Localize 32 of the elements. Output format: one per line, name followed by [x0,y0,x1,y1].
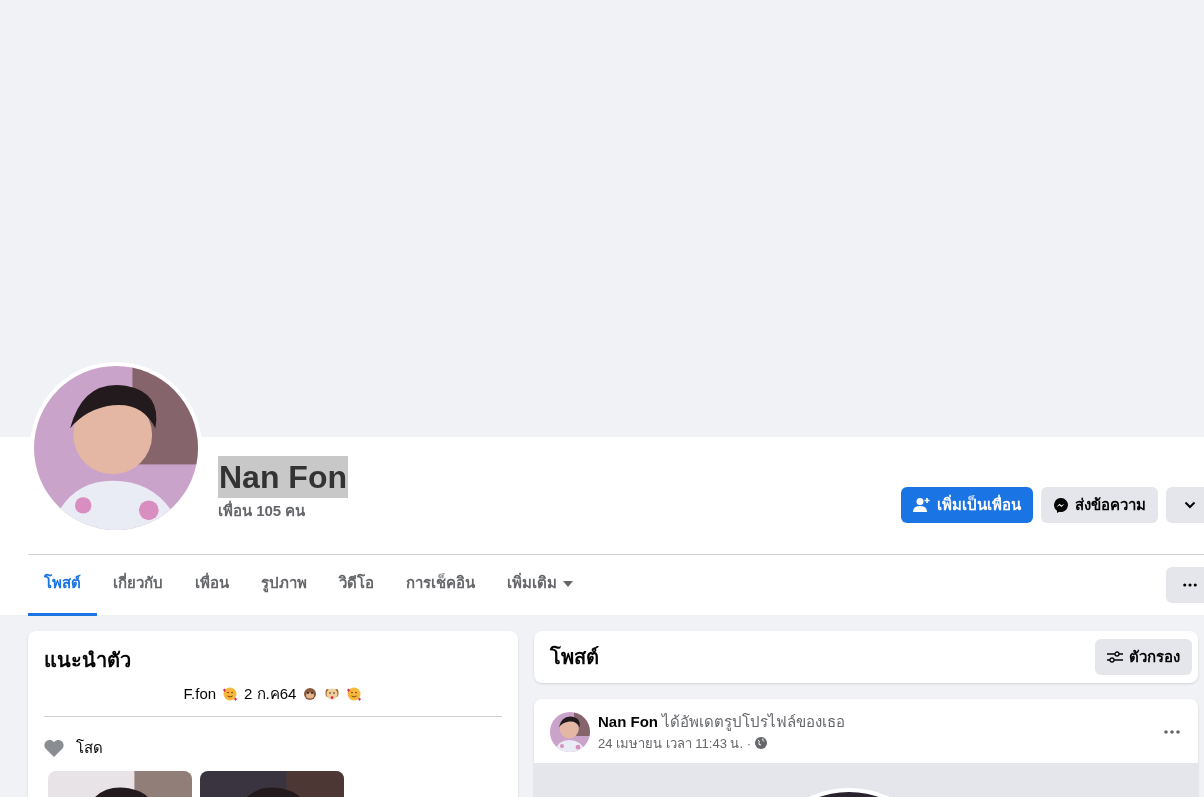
profile-tab[interactable]: การเช็คอิน [390,554,491,616]
message-button[interactable]: ส่งข้อความ [1041,487,1158,523]
profile-tab[interactable]: เพิ่มเติม [491,554,589,616]
add-person-icon [913,497,931,513]
ellipsis-icon [1183,583,1197,587]
profile-name: Nan Fon [218,456,348,498]
monkey-face-icon [302,686,319,703]
profile-tab[interactable]: รูปภาพ [245,554,323,616]
friend-count[interactable]: เพื่อน 105 คน [218,500,306,523]
add-friend-button[interactable]: เพิ่มเป็นเพื่อน [901,487,1033,523]
posts-title: โพสต์ [550,644,599,670]
post-time[interactable]: 24 เมษายน เวลา 11:43 น. · [598,733,752,753]
profile-tab[interactable]: วิดีโอ [323,554,390,616]
heart-icon [44,738,64,757]
intro-title: แนะนำตัว [44,648,132,673]
sliders-icon [1107,651,1123,663]
bio-text: F.fon [183,684,217,704]
globe-icon [755,737,768,750]
profile-tab[interactable]: โพสต์ [28,554,97,616]
post-action: ได้อัพเดตรูปโปรไฟล์ของเธอ [662,712,845,733]
messenger-icon [1053,497,1069,513]
hearts-face-icon [222,686,239,703]
ellipsis-icon[interactable] [1164,730,1180,734]
hearts-face-icon [346,686,363,703]
chevron-down-icon [1184,501,1196,509]
post-author[interactable]: Nan Fon [598,711,658,734]
profile-tab[interactable]: เพื่อน [179,554,245,616]
author-avatar[interactable] [550,712,590,752]
profile-tab[interactable]: เกี่ยวกับ [97,554,179,616]
filter-button[interactable]: ตัวกรอง [1095,639,1192,675]
bio-text: 2 ก.ค64 [244,684,297,704]
relationship-status: โสด [76,737,103,758]
